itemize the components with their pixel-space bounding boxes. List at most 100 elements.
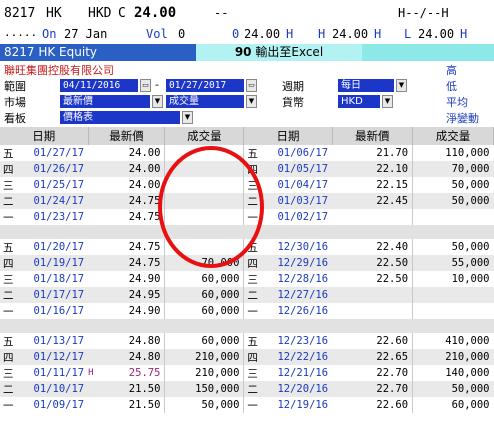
table-row: 五 01/27/17 24.00 五 01/06/17 21.70 110,000 [0,145,494,161]
chevron-down-icon[interactable]: ▼ [246,95,257,108]
volume-cell [413,209,494,225]
day-cell: 五 [3,335,14,348]
flag-cell: H [88,368,94,378]
range-label: 範圍 [4,80,26,93]
quote-subheader: ..... On 27 Jan Vol 0 0 24.00 H H 24.00 … [0,26,494,44]
col-header-date[interactable]: 日期 [243,127,333,145]
date-cell: 12/19/16 [277,399,329,411]
date-cell: 12/28/16 [277,273,329,285]
week-separator [0,319,494,333]
day-cell: 五 [247,147,258,160]
date-cell: 12/26/16 [277,305,329,317]
separator-cell [0,319,494,333]
day-cell: 一 [247,399,258,412]
table-row: 四 01/12/17 24.80 210,000 四 12/22/16 22.65 210,0… [0,349,494,365]
price-cell: 24.80 [96,333,166,349]
day-cell: 二 [243,381,274,397]
date-cell: 01/03/17 [273,193,333,209]
date-to-field[interactable]: 01/27/2017 [166,79,244,92]
table-row: 二 01/10/17 21.50 150,000 二 12/20/16 22.70 50,00… [0,381,494,397]
day-cell: 五 [247,335,258,348]
date-cell: 01/17/17 [29,287,89,303]
date-cell: 01/11/17 [33,367,85,379]
price-cell: 22.45 [332,193,414,209]
date-cell: 01/19/17 [29,255,89,271]
date-cell: 01/23/17 [33,211,85,223]
low-tag: L [404,27,412,41]
high-tag: H [318,27,326,41]
price-cell: 22.60 [332,333,414,349]
red-annotation-circle [158,146,264,268]
chevron-down-icon[interactable]: ▼ [152,95,163,108]
volume-cell: 210,000 [412,349,494,365]
volume-cell: 55,000 [412,255,494,271]
date-cell: 01/20/17 [33,241,85,253]
col-header-date[interactable]: 日期 [0,127,89,145]
vol-value: 0 [178,27,186,41]
price-cell: 24.75 [96,255,166,271]
day-cell: 五 [3,147,14,160]
ticker-code: 8217 [4,6,36,21]
volume-cell: 60,000 [164,333,245,349]
day-cell: 四 [243,255,274,271]
high-suffix: H [374,27,382,41]
on-date: 27 Jan [64,27,108,41]
open-tag: 0 [232,27,240,41]
security-name[interactable]: 8217 HK Equity [0,44,196,61]
price-cell: 21.70 [332,145,414,161]
market-code: HK [46,6,62,21]
calendar-icon[interactable]: ▭ [140,79,151,92]
chevron-down-icon[interactable]: ▼ [382,95,393,108]
flag-cell [88,397,96,413]
company-name: 聯旺集團控股有限公司 [4,64,114,77]
range-dash: - [155,78,159,91]
col-header-price[interactable]: 最新價 [88,127,166,145]
date-cell: 01/24/17 [29,193,89,209]
view-select[interactable]: 價格表 [60,111,180,124]
volume-cell: 60,000 [164,303,245,319]
price-cell: 22.60 [332,397,414,413]
low-suffix: H [460,27,468,41]
date-cell: 01/12/17 [29,349,89,365]
date-cell: 01/26/17 [29,161,89,177]
day-cell: 四 [243,349,274,365]
col-header-volume[interactable]: 成交量 [164,127,245,145]
volume-cell: 50,000 [451,241,490,253]
volume-cell: 50,000 [412,381,494,397]
date-cell: 12/23/16 [277,335,329,347]
volume-type-select[interactable]: 成交量 [166,95,244,108]
flag-cell [88,287,96,303]
price-cell: 24.75 [96,239,166,255]
calendar-icon[interactable]: ▭ [246,79,257,92]
day-cell: 一 [3,399,14,412]
volume-cell: 210,000 [164,365,245,381]
col-header-price[interactable]: 最新價 [332,127,414,145]
price-cell: 22.15 [332,177,414,193]
export-excel-button[interactable]: 90 輸出至Excel [196,44,362,61]
flag-cell [88,271,96,287]
table-row: 一 01/16/17 24.90 60,000 一 12/26/16 [0,303,494,319]
volume-cell [412,287,494,303]
day-cell: 三 [247,367,258,380]
currency-label: 貨幣 [282,96,304,109]
price-cell: 22.65 [332,349,414,365]
vol-label: Vol [146,27,168,41]
volume-cell: 50,000 [164,397,245,413]
date-from-field[interactable]: 04/11/2016 [60,79,138,92]
currency-select[interactable]: HKD [338,95,380,108]
col-header-volume[interactable]: 成交量 [412,127,494,145]
low-price: 24.00 [418,27,455,41]
price-cell: 24.00 [96,177,166,193]
period-select[interactable]: 每日 [338,79,394,92]
chevron-down-icon[interactable]: ▼ [182,111,193,124]
volume-cell: 60,000 [164,287,245,303]
volume-cell: 60,000 [164,271,245,287]
period-label: 週期 [282,80,304,93]
day-cell: 三 [3,273,14,286]
price-type-select[interactable]: 最新價 [60,95,150,108]
day-cell: 二 [0,381,30,397]
flag-cell [88,333,96,349]
flag-cell [88,239,96,255]
day-cell: 二 [0,193,30,209]
chevron-down-icon[interactable]: ▼ [396,79,407,92]
